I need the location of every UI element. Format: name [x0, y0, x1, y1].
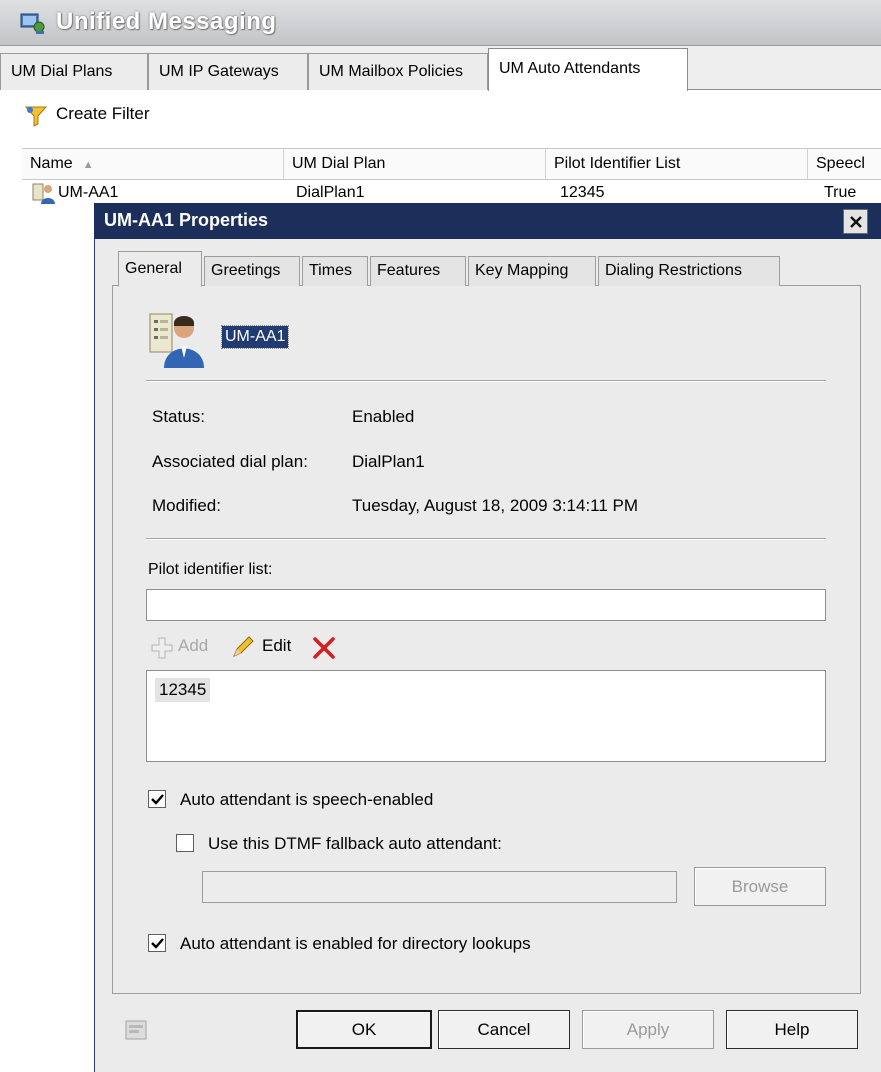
separator [146, 380, 826, 382]
pilot-identifier-label: Pilot identifier list: [148, 561, 273, 578]
tab-label: UM Auto Attendants [499, 60, 641, 77]
checkmark-icon [150, 793, 164, 805]
tab-key-mapping[interactable]: Key Mapping [468, 256, 596, 286]
apply-button[interactable]: Apply [582, 1010, 714, 1049]
tab-label: UM IP Gateways [159, 63, 279, 80]
command-log-icon[interactable] [124, 1017, 150, 1043]
window-title: Unified Messaging [56, 8, 277, 35]
row-pilot: 12345 [560, 184, 605, 201]
row-name[interactable]: UM-AA1 [58, 184, 118, 202]
tab-um-ip-gateways[interactable]: UM IP Gateways [148, 53, 308, 90]
dial-plan-label: Associated dial plan: [152, 452, 308, 471]
tab-label: UM Mailbox Policies [319, 63, 464, 80]
auto-attendant-large-icon [149, 313, 204, 368]
column-name[interactable]: Name ▲ [22, 148, 284, 180]
tab-um-auto-attendants[interactable]: UM Auto Attendants [488, 48, 688, 91]
pilot-identifier-input[interactable] [146, 589, 826, 621]
close-icon [849, 215, 862, 228]
browse-button[interactable]: Browse [694, 867, 826, 906]
pilot-identifier-list[interactable] [146, 670, 826, 762]
close-button[interactable] [843, 209, 868, 234]
speech-enabled-label[interactable]: Auto attendant is speech-enabled [180, 790, 433, 810]
directory-lookups-checkbox[interactable] [148, 934, 166, 952]
edit-button[interactable]: Edit [262, 636, 291, 656]
tab-features[interactable]: Features [370, 256, 466, 286]
add-button[interactable]: Add [178, 636, 208, 656]
row-dial-plan: DialPlan1 [296, 184, 365, 201]
tab-greetings[interactable]: Greetings [204, 256, 300, 286]
column-label: Name [30, 155, 73, 172]
column-um-dial-plan[interactable]: UM Dial Plan [284, 148, 546, 180]
fallback-attendant-input[interactable] [202, 871, 677, 903]
speech-enabled-checkbox[interactable] [148, 790, 166, 808]
help-button[interactable]: Help [726, 1010, 858, 1049]
ok-button[interactable]: OK [296, 1010, 432, 1049]
tab-times[interactable]: Times [302, 256, 368, 286]
dial-plan-value: DialPlan1 [352, 452, 425, 471]
sort-ascending-icon: ▲ [82, 159, 94, 171]
pilot-list-item[interactable]: 12345 [155, 678, 211, 702]
column-speech[interactable]: Speecl [808, 148, 881, 180]
tab-um-mailbox-policies[interactable]: UM Mailbox Policies [308, 53, 488, 90]
add-icon[interactable] [150, 636, 174, 660]
object-name-field[interactable]: UM-AA1 [220, 325, 290, 349]
row-speech: True [824, 184, 857, 201]
status-value: Enabled [352, 407, 415, 426]
auto-attendant-icon [32, 183, 55, 204]
unified-messaging-icon [20, 13, 45, 34]
dtmf-fallback-label[interactable]: Use this DTMF fallback auto attendant: [208, 834, 502, 854]
modified-label: Modified: [152, 496, 221, 515]
separator [146, 538, 826, 540]
cancel-button[interactable]: Cancel [438, 1010, 570, 1049]
create-filter-button[interactable]: Create Filter [56, 104, 150, 124]
column-pilot-identifier-list[interactable]: Pilot Identifier List [546, 148, 808, 180]
delete-icon[interactable] [312, 636, 336, 660]
dialog-title: UM-AA1 Properties [104, 210, 269, 230]
filter-icon[interactable] [24, 104, 48, 128]
modified-value: Tuesday, August 18, 2009 3:14:11 PM [352, 496, 639, 515]
directory-lookups-label[interactable]: Auto attendant is enabled for directory … [180, 934, 531, 954]
tab-label: UM Dial Plans [11, 63, 113, 80]
tab-um-dial-plans[interactable]: UM Dial Plans [0, 53, 148, 90]
checkmark-icon [150, 937, 164, 949]
pencil-icon[interactable] [230, 634, 256, 660]
dtmf-fallback-checkbox[interactable] [176, 834, 194, 852]
tab-dialing-restrictions[interactable]: Dialing Restrictions [598, 256, 780, 286]
tab-general[interactable]: General [118, 251, 202, 287]
status-label: Status: [152, 407, 205, 426]
